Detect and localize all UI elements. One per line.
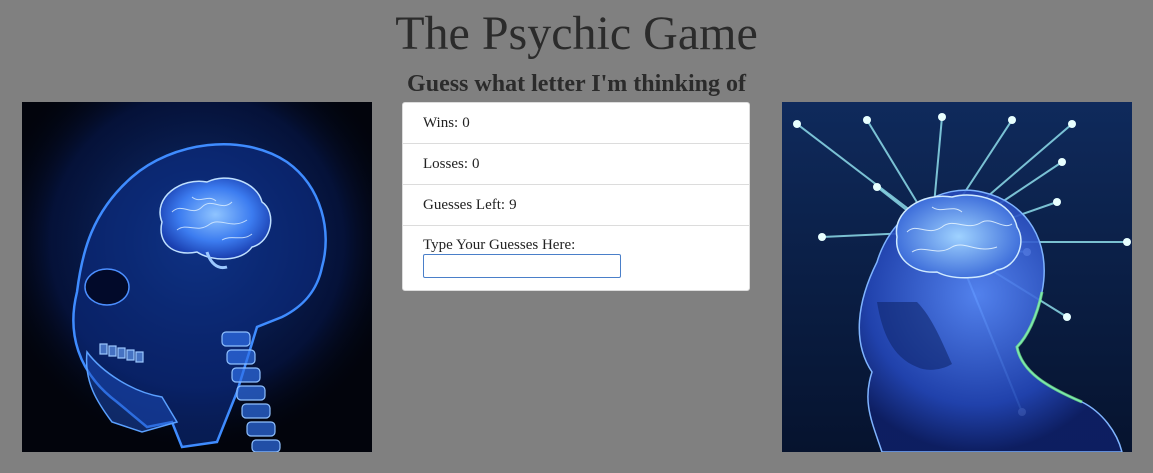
xray-skull-brain-image [22, 102, 372, 452]
glowing-brain-head-illustration [782, 102, 1132, 452]
guesses-left-label: Guesses Left: [423, 196, 506, 213]
wins-label: Wins: [423, 114, 459, 131]
losses-label: Losses: [423, 155, 468, 172]
guess-input[interactable] [423, 254, 621, 278]
wins-value: 0 [462, 114, 470, 131]
losses-value: 0 [472, 155, 480, 172]
wins-row: Wins: 0 [403, 103, 749, 144]
losses-row: Losses: 0 [403, 144, 749, 185]
page-subtitle: Guess what letter I'm thinking of [407, 71, 746, 97]
scoreboard-card: Wins: 0 Losses: 0 Guesses Left: 9 Type Y… [402, 102, 750, 291]
page-title: The Psychic Game [395, 7, 758, 60]
guesses-left-value: 9 [509, 196, 517, 213]
guess-input-label: Type Your Guesses Here: [423, 237, 576, 253]
glowing-brain-head-image [782, 102, 1132, 452]
xray-skull-brain-illustration [22, 102, 372, 452]
guesses-left-row: Guesses Left: 9 [403, 185, 749, 226]
guess-input-row: Type Your Guesses Here: [403, 226, 749, 290]
